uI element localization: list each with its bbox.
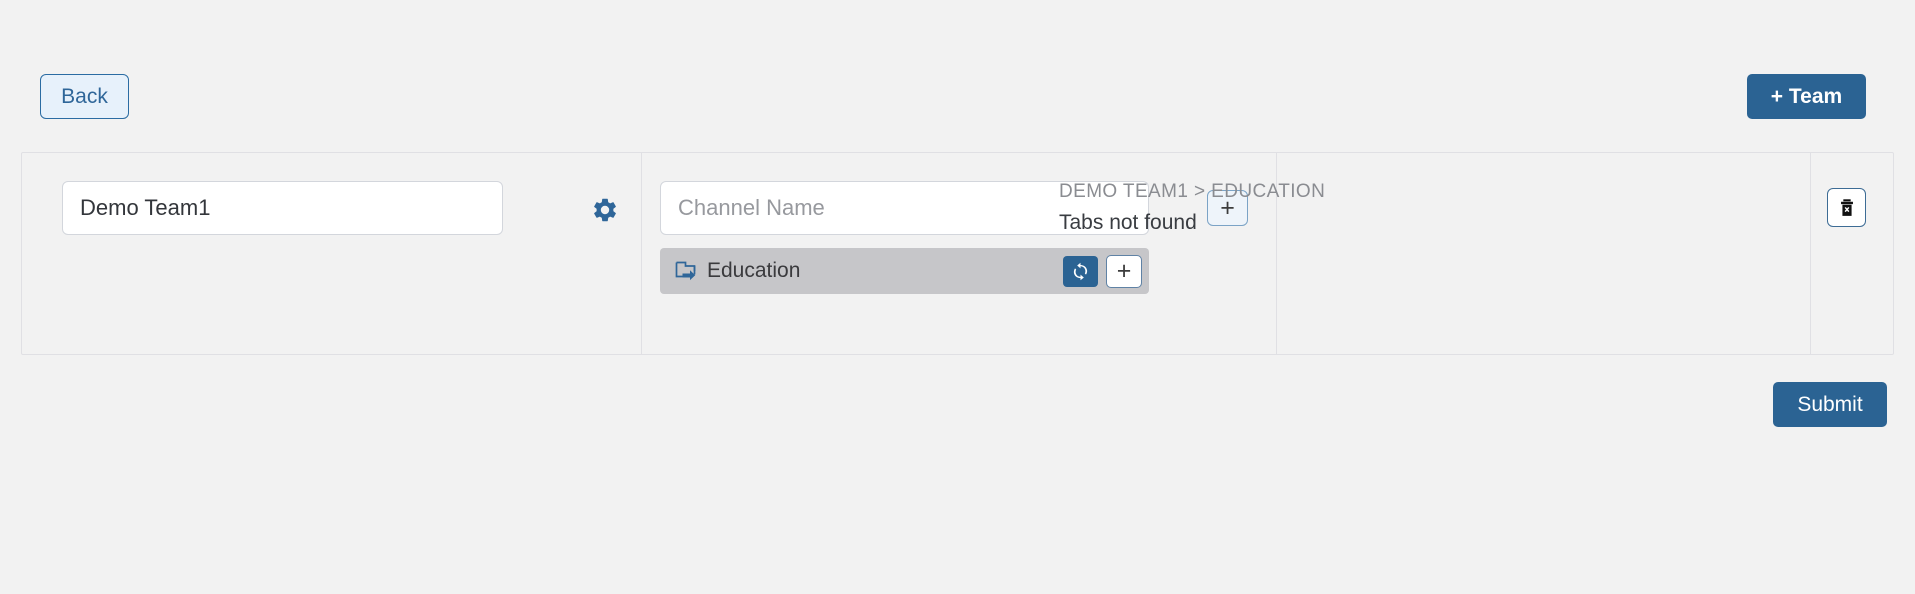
column-divider-3 xyxy=(1810,153,1811,354)
team-channel-manager-page: Back + Team + Education xyxy=(0,0,1915,594)
add-team-button[interactable]: + Team xyxy=(1747,74,1866,119)
team-name-input[interactable] xyxy=(62,181,503,235)
team-editor-panel: + Education + DEMO TEAM1 > EDUCATION xyxy=(21,152,1894,355)
delete-button[interactable] xyxy=(1827,188,1866,227)
add-tab-button[interactable]: + xyxy=(1106,254,1142,288)
plus-icon: + xyxy=(1116,256,1132,285)
back-button[interactable]: Back xyxy=(40,74,129,119)
submit-button[interactable]: Submit xyxy=(1773,382,1887,427)
channel-item-label: Education xyxy=(707,259,801,282)
trash-delete-icon xyxy=(1840,198,1853,216)
gear-icon xyxy=(594,198,616,222)
breadcrumb: DEMO TEAM1 > EDUCATION xyxy=(1059,181,1326,202)
top-toolbar: Back + Team xyxy=(0,0,1915,150)
column-divider-1 xyxy=(641,153,642,354)
sync-channel-button[interactable] xyxy=(1063,255,1098,287)
refresh-icon xyxy=(1073,262,1088,280)
folder-share-icon xyxy=(675,261,696,281)
channel-list-item-education[interactable]: Education + xyxy=(660,248,1149,294)
tabs-empty-message: Tabs not found xyxy=(1059,211,1197,234)
team-settings-button[interactable] xyxy=(590,195,620,225)
